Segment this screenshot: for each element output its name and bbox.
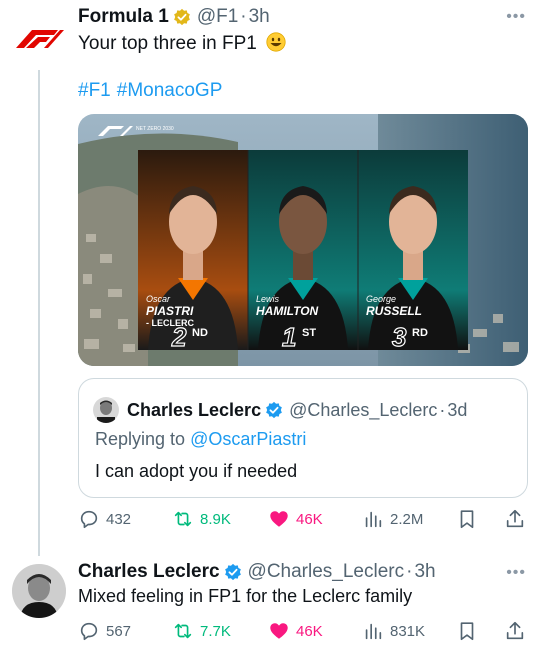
driver-last-name: HAMILTON: [256, 304, 319, 318]
replying-to-mention[interactable]: @OscarPiastri: [190, 429, 306, 449]
quoted-tweet-card[interactable]: Charles Leclerc @Charles_Leclerc · 3d Re…: [78, 378, 528, 498]
views-count: 2.2M: [390, 510, 424, 528]
views-count: 831K: [390, 622, 426, 640]
like-button[interactable]: 46K: [268, 620, 323, 642]
driver-last-name: PIASTRI: [146, 304, 194, 318]
quote-author-name[interactable]: Charles Leclerc: [127, 400, 261, 421]
fp1-top-three-graphic: NET ZERO 2030 OscarPIASTRI- LECLERC2 ND Le…: [78, 114, 528, 366]
share-icon: [506, 509, 524, 528]
bookmark-button[interactable]: [456, 620, 484, 642]
retweet-button[interactable]: 8.9K: [172, 508, 231, 530]
like-count: 46K: [296, 622, 323, 640]
post2-author-name[interactable]: Charles Leclerc: [78, 561, 220, 583]
bookmark-button[interactable]: [456, 508, 484, 530]
driver-first-name: Oscar: [146, 294, 171, 304]
author-handle[interactable]: @F1: [197, 6, 238, 28]
more-options-icon[interactable]: •••: [506, 564, 526, 582]
verified-badge-icon[interactable]: [224, 563, 242, 581]
reply-count: 432: [106, 510, 132, 528]
driver-position-number: 2: [171, 322, 187, 352]
quote-time[interactable]: 3d: [447, 400, 467, 421]
driver-panel-russell: GeorgeRUSSELL 3 RD: [358, 150, 468, 353]
post-header: Formula 1 @F1 · 3h: [78, 6, 270, 28]
driver-panel-hamilton: LewisHAMILTON 1 ST: [248, 150, 358, 353]
bookmark-icon: [460, 622, 474, 641]
retweet-count: 8.9K: [200, 510, 231, 528]
driver-position-suffix: ND: [192, 327, 208, 339]
reply-button[interactable]: 432: [78, 508, 131, 530]
driver-position-number: 3: [392, 322, 407, 352]
retweet-count: 7.7K: [200, 622, 231, 640]
hashtag-monacogp[interactable]: #MonacoGP: [117, 80, 223, 101]
replying-to-line: Replying to @OscarPiastri: [95, 429, 306, 450]
verified-gold-badge-icon[interactable]: [173, 8, 191, 26]
reply-icon: [80, 622, 98, 641]
reply-icon: [80, 510, 98, 529]
driver-extra-label: - LECLERC: [146, 318, 194, 328]
post2-author-handle[interactable]: @Charles_Leclerc: [248, 561, 405, 583]
post2-text: Mixed feeling in FP1 for the Leclerc fam…: [78, 586, 413, 606]
dot-separator: ·: [406, 561, 413, 582]
more-options-icon[interactable]: •••: [506, 8, 526, 26]
thread-connector: [38, 70, 40, 556]
share-button[interactable]: [504, 620, 532, 642]
like-button[interactable]: 46K: [268, 508, 323, 530]
net-zero-label: NET ZERO 2030: [136, 126, 174, 132]
views-button[interactable]: 2.2M: [362, 508, 423, 530]
driver-position-suffix: ST: [302, 327, 316, 339]
views-button[interactable]: 831K: [362, 620, 425, 642]
author-name[interactable]: Formula 1: [78, 6, 169, 28]
quote-author-avatar[interactable]: [93, 397, 119, 423]
driver-first-name: George: [366, 294, 396, 304]
views-chart-icon: [365, 623, 382, 640]
like-count: 46K: [296, 510, 323, 528]
driver-position-number: 1: [282, 322, 296, 352]
hashtag-f1[interactable]: #F1: [78, 80, 111, 101]
verified-badge-icon[interactable]: [265, 401, 283, 419]
reply-button[interactable]: 567: [78, 620, 131, 642]
share-icon: [506, 621, 524, 640]
retweet-icon: [174, 511, 192, 527]
quote-text: I can adopt you if needed: [95, 461, 298, 481]
hashtags: #F1 #MonacoGP: [78, 80, 228, 102]
post2-time[interactable]: 3h: [414, 561, 435, 583]
retweet-button[interactable]: 7.7K: [172, 620, 231, 642]
share-button[interactable]: [504, 508, 532, 530]
grinning-face-emoji-icon: [266, 32, 286, 52]
retweet-icon: [174, 623, 192, 639]
dot-separator: ·: [439, 399, 446, 420]
heart-filled-icon: [270, 511, 288, 527]
driver-panel-piastri: OscarPIASTRI- LECLERC2 ND: [138, 150, 248, 353]
post-action-bar: 432 8.9K 46K 2.2M: [78, 508, 528, 532]
quote-author-handle[interactable]: @Charles_Leclerc: [289, 400, 437, 421]
post-text: Your top three in FP1: [78, 32, 286, 56]
driver-neck: [183, 250, 203, 280]
bookmark-icon: [460, 510, 474, 529]
driver-position-suffix: RD: [412, 327, 428, 339]
reply-count: 567: [106, 622, 132, 640]
f1-logo-avatar[interactable]: [12, 22, 64, 52]
quote-header: Charles Leclerc @Charles_Leclerc · 3d: [93, 397, 467, 423]
heart-filled-icon: [270, 623, 288, 639]
driver-neck: [293, 250, 313, 280]
post2-action-bar: 567 7.7K 46K 831K: [78, 620, 528, 644]
post-time[interactable]: 3h: [249, 6, 270, 28]
post2-header: Charles Leclerc @Charles_Leclerc · 3h: [78, 561, 436, 583]
dot-separator: ·: [240, 6, 247, 27]
post-media-image[interactable]: NET ZERO 2030 Oscar PIASTRI - LECLERC 2 ND Le…: [78, 114, 528, 366]
post-text-content: Your top three in FP1: [78, 33, 257, 54]
views-chart-icon: [365, 511, 382, 528]
driver-last-name: RUSSELL: [366, 304, 422, 318]
charles-leclerc-avatar[interactable]: [12, 564, 66, 618]
replying-to-label: Replying to: [95, 429, 186, 449]
driver-neck: [403, 250, 423, 280]
driver-first-name: Lewis: [256, 294, 280, 304]
